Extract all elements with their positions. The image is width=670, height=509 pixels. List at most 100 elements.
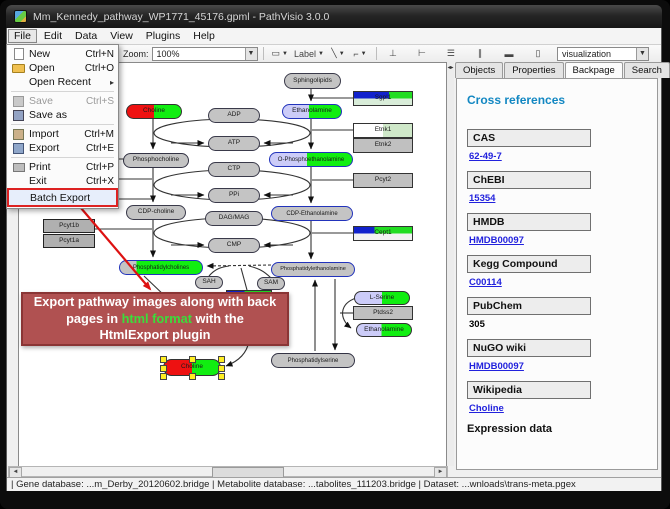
node-ctp[interactable]: CTP [208,162,260,177]
node-cdp-choline[interactable]: CDP-choline [126,205,186,220]
align-bottom-icon[interactable]: ▬ [498,46,520,62]
file-menu-item-open[interactable]: OpenCtrl+O [8,61,117,75]
node-sam[interactable]: SAM [257,277,285,290]
file-menu-item-print[interactable]: PrintCtrl+P [8,160,117,174]
xref-source-name: NuGO wiki [467,339,591,357]
node-sgpl1[interactable]: Sgpl1 [353,91,413,106]
node-cept1[interactable]: Cept1 [353,226,413,241]
toolbar-separator [263,47,264,60]
menu-file[interactable]: File [8,29,37,43]
label-tool-button[interactable]: Label▼ [291,46,327,62]
visualization-combobox[interactable]: visualization ▼ [557,47,649,61]
expression-data-heading: Expression data [467,423,657,435]
selection-handle[interactable] [189,356,196,363]
file-menu-item-save-as[interactable]: Save as [8,108,117,122]
visualization-value: visualization [562,49,611,59]
new-file-icon [11,48,26,60]
selection-handle[interactable] [160,373,167,380]
xref-link[interactable]: 62-49-7 [469,151,657,162]
node-phosphatidylserine[interactable]: Phosphatidylserine [271,353,355,368]
selection-handle[interactable] [218,373,225,380]
menu-item-label: Print [29,161,51,173]
chevron-down-icon: ▼ [318,51,324,57]
horizontal-scrollbar[interactable]: ◄ ► [8,466,448,477]
xref-link[interactable]: 15354 [469,193,657,204]
pathvisio-logo-icon [14,10,27,23]
selection-handle[interactable] [218,356,225,363]
selection-handle[interactable] [160,356,167,363]
menu-help[interactable]: Help [187,29,221,43]
node-etnk2[interactable]: Etnk2 [353,138,413,153]
align-vertical-center-icon[interactable]: ⊥ [382,46,404,62]
file-menu-item-batch-export[interactable]: Batch Export [9,190,116,205]
selection-handle[interactable] [189,373,196,380]
node-phosphocholine[interactable]: Phosphocholine [123,153,189,168]
xref-source-name: CAS [467,129,591,147]
xref-link[interactable]: C00114 [469,277,657,288]
node-pcyt1a[interactable]: Pcyt1a [43,234,95,248]
menu-item-shortcut: Ctrl+M [84,129,114,140]
title-bar: Mm_Kennedy_pathway_WP1771_45176.gpml - P… [6,5,662,28]
node-o-phosphoethanolamine[interactable]: O-Phosphoethanolamine [269,152,353,167]
file-menu: NewCtrl+NOpenCtrl+OOpen Recent▸ SaveCtrl+… [6,44,119,209]
node-cmp[interactable]: CMP [208,238,260,253]
node-atp[interactable]: ATP [208,136,260,151]
node-choline[interactable]: Choline [126,104,182,119]
connector-tool-button[interactable]: ⌐▼ [349,46,371,62]
selection-handle[interactable] [218,365,225,372]
stack-vertical-icon[interactable]: ☰ [440,46,462,62]
window-title: Mm_Kennedy_pathway_WP1771_45176.gpml - P… [33,11,329,23]
xref-source-name: HMDB [467,213,591,231]
tab-backpage[interactable]: Backpage [565,62,623,78]
node-sah[interactable]: SAH [195,276,223,289]
tab-properties[interactable]: Properties [504,62,563,78]
stack-horizontal-icon[interactable]: ∥ [469,46,491,62]
xref-link[interactable]: Choline [469,403,657,414]
selection-handle[interactable] [160,365,167,372]
node-pcyt2[interactable]: Pcyt2 [353,173,413,188]
file-menu-item-open-recent[interactable]: Open Recent▸ [8,75,117,89]
line-tool-button[interactable]: ╲▼ [327,46,349,62]
file-menu-item-import[interactable]: ImportCtrl+M [8,127,117,141]
tab-search[interactable]: Search [624,62,670,78]
window-frame [0,491,670,509]
file-menu-item-exit[interactable]: ExitCtrl+X [8,174,117,188]
callout-line3: HtmlExport plugin [100,327,211,343]
xref-link[interactable]: HMDB00097 [469,235,657,246]
node-cdp-ethanolamine[interactable]: CDP-Ethanolamine [271,206,353,221]
node-sphingolipids[interactable]: Sphingolipids [284,73,341,89]
align-horizontal-center-icon[interactable]: ⊢ [411,46,433,62]
node-pcyt1b[interactable]: Pcyt1b [43,219,95,233]
chevron-down-icon[interactable]: ▼ [245,48,257,60]
node-adp[interactable]: ADP [208,108,260,123]
panel-splitter[interactable]: ◂▸ [447,62,454,466]
menu-plugins[interactable]: Plugins [140,29,186,43]
tab-objects[interactable]: Objects [455,62,503,78]
xref-section-pubchem: PubChem305 [467,297,657,330]
zoom-combobox[interactable]: 100% ▼ [152,47,258,61]
node-dag-mag[interactable]: DAG/MAG [205,211,263,226]
node-phosphatidylcholines[interactable]: Phosphatidylcholines [119,260,203,275]
file-menu-item-save[interactable]: SaveCtrl+S [8,94,117,108]
file-menu-item-export[interactable]: ExportCtrl+E [8,141,117,155]
menu-edit[interactable]: Edit [38,29,68,43]
menu-item-label: Batch Export [30,192,90,204]
align-left-icon[interactable]: ▯ [527,46,549,62]
datanode-tool-button[interactable]: ▭▼ [269,46,291,62]
node-ethanolamine[interactable]: Ethanolamine [282,104,342,119]
node-l-serine[interactable]: L-Serine [354,291,410,305]
app-window: { "window": { "title": "Mm_Kennedy_pathw… [0,0,670,509]
file-menu-item-new[interactable]: NewCtrl+N [8,47,117,61]
node-ethanolamine[interactable]: Ethanolamine [356,323,412,337]
node-ptdss2[interactable]: Ptdss2 [353,306,413,320]
node-ppi[interactable]: PPi [208,188,260,203]
open-folder-icon [11,64,26,73]
chevron-down-icon: ▼ [361,51,367,57]
node-etnk1[interactable]: Etnk1 [353,123,413,138]
node-phosphatidylethanolamine[interactable]: Phosphatidylethanolamine [271,262,355,277]
xref-value: 305 [469,319,657,330]
xref-link[interactable]: HMDB00097 [469,361,657,372]
chevron-down-icon[interactable]: ▼ [636,48,648,60]
menu-data[interactable]: Data [69,29,103,43]
menu-view[interactable]: View [104,29,139,43]
